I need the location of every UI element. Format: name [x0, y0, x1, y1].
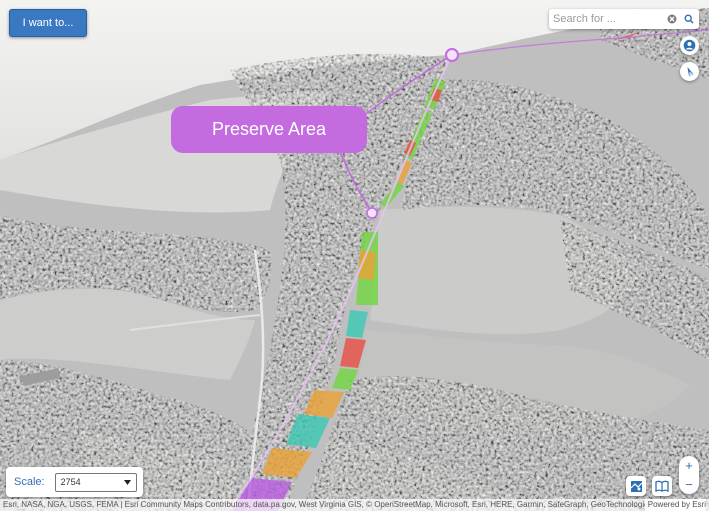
- scale-dropdown[interactable]: 2754: [54, 472, 137, 492]
- callout-anchor-marker[interactable]: [366, 207, 378, 219]
- zoom-in-button[interactable]: +: [685, 459, 693, 472]
- compass-icon[interactable]: [680, 62, 699, 81]
- zoom-out-button[interactable]: −: [685, 478, 693, 491]
- search-input[interactable]: [549, 13, 665, 25]
- zoom-control: + −: [679, 456, 699, 494]
- search-icon[interactable]: [682, 12, 696, 26]
- basemap-gallery-icon[interactable]: [626, 476, 646, 496]
- clear-icon[interactable]: [665, 12, 679, 26]
- preserve-area-callout[interactable]: Preserve Area: [171, 106, 367, 153]
- scale-value: 2754: [60, 477, 81, 487]
- powered-by-esri[interactable]: Powered by Esri: [644, 499, 706, 511]
- scale-control: Scale: 2754: [6, 467, 143, 497]
- chevron-down-icon: [123, 479, 131, 485]
- scale-label: Scale:: [14, 476, 45, 488]
- locate-user-icon[interactable]: [680, 36, 699, 55]
- map-book-icon[interactable]: [652, 476, 672, 496]
- search-box: [549, 9, 699, 29]
- attribution-bar: Esri, NASA, NGA, USGS, FEMA | Esri Commu…: [0, 499, 709, 511]
- map-3d-scene[interactable]: [0, 0, 709, 511]
- route-endpoint-marker[interactable]: [445, 48, 459, 62]
- i-want-to-button[interactable]: I want to...: [9, 9, 87, 37]
- attribution-sources: Esri, NASA, NGA, USGS, FEMA | Esri Commu…: [3, 500, 670, 509]
